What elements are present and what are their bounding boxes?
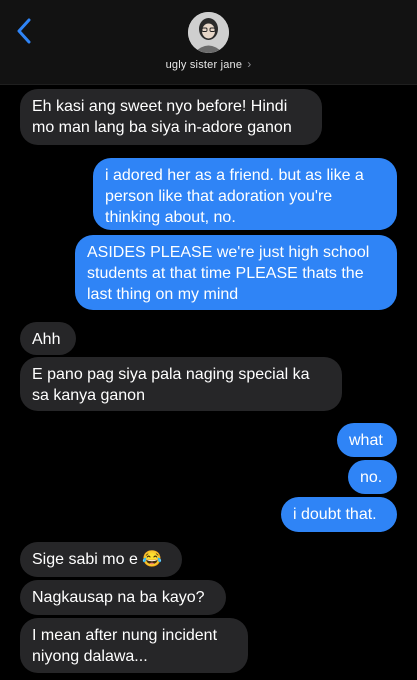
contact-avatar[interactable]	[188, 12, 229, 53]
message-bubble-incoming[interactable]: Sige sabi mo e 😂	[20, 542, 182, 577]
conversation-header: ugly sister jane ›	[0, 0, 417, 85]
message-bubble-outgoing[interactable]: no.	[348, 460, 397, 494]
message-bubble-outgoing[interactable]: ASIDES PLEASE we're just high school stu…	[75, 235, 397, 310]
chevron-right-icon: ›	[247, 57, 252, 71]
message-bubble-outgoing[interactable]: i doubt that.	[281, 497, 397, 532]
avatar-photo	[188, 12, 229, 53]
back-button[interactable]	[12, 14, 36, 48]
message-bubble-incoming[interactable]: E pano pag siya pala naging special ka s…	[20, 357, 342, 411]
contact-name-row[interactable]: ugly sister jane ›	[0, 57, 417, 71]
message-bubble-incoming[interactable]: Ahh	[20, 322, 76, 355]
message-bubble-incoming[interactable]: Eh kasi ang sweet nyo before! Hindi mo m…	[20, 89, 322, 145]
message-bubble-incoming[interactable]: I mean after nung incident niyong dalawa…	[20, 618, 248, 673]
contact-name: ugly sister jane	[165, 59, 243, 71]
message-bubble-outgoing[interactable]: what	[337, 423, 397, 457]
message-bubble-incoming[interactable]: Nagkausap na ba kayo?	[20, 580, 226, 615]
message-bubble-outgoing[interactable]: i adored her as a friend. but as like a …	[93, 158, 397, 230]
chevron-left-icon	[17, 18, 31, 44]
